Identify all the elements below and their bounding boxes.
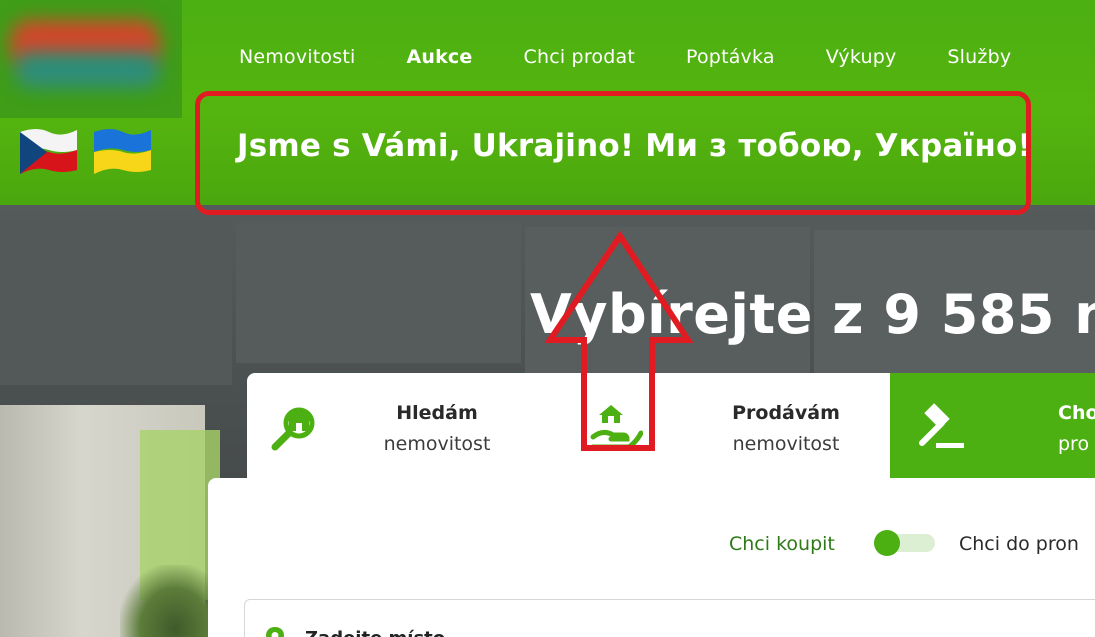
tab-title: Hledám: [396, 402, 478, 424]
location-pin-icon: [266, 627, 284, 637]
nav-item-chci-prodat[interactable]: Chci prodat: [523, 46, 635, 68]
switch-knob: [874, 530, 900, 556]
buy-rent-switch[interactable]: [874, 530, 935, 556]
nav-item-aukce[interactable]: Aukce: [406, 46, 472, 68]
toggle-label-rent[interactable]: Chci do pron: [959, 533, 1079, 555]
nav-item-nemovitosti[interactable]: Nemovitosti: [239, 46, 355, 68]
location-placeholder: Zadejte místo: [305, 628, 445, 637]
location-input[interactable]: Zadejte místo: [244, 599, 1095, 637]
tab-title: Cho: [1058, 402, 1095, 424]
gavel-icon: [919, 403, 964, 448]
tab-hledam[interactable]: Hledám nemovitost: [247, 373, 569, 478]
tab-aukce-active[interactable]: Cho pro: [890, 373, 1095, 478]
annotation-arrow-icon: [544, 230, 694, 451]
search-house-icon: [271, 407, 315, 451]
nav-item-poptavka[interactable]: Poptávka: [686, 46, 775, 68]
wall-panel: [236, 223, 521, 363]
cz-flag-icon[interactable]: [17, 124, 80, 176]
nav-item-vykupy[interactable]: Výkupy: [826, 46, 897, 68]
site-logo[interactable]: [0, 0, 182, 118]
nav-item-sluzby[interactable]: Služby: [947, 46, 1011, 68]
search-card: Chci koupit Chci do pron Zadejte místo: [208, 478, 1095, 637]
toggle-label-buy[interactable]: Chci koupit: [729, 533, 835, 555]
tab-subtitle: pro: [1058, 433, 1090, 455]
buy-rent-toggle-row: Chci koupit Chci do pron: [208, 478, 1095, 558]
annotation-highlight-box: [195, 91, 1031, 215]
tab-subtitle: nemovitost: [383, 433, 491, 455]
logo-blur-bottom: [15, 52, 160, 88]
ua-flag-icon[interactable]: [91, 124, 154, 176]
wall-panel: [0, 220, 232, 385]
main-nav: Nemovitosti Aukce Chci prodat Poptávka V…: [239, 46, 1011, 68]
